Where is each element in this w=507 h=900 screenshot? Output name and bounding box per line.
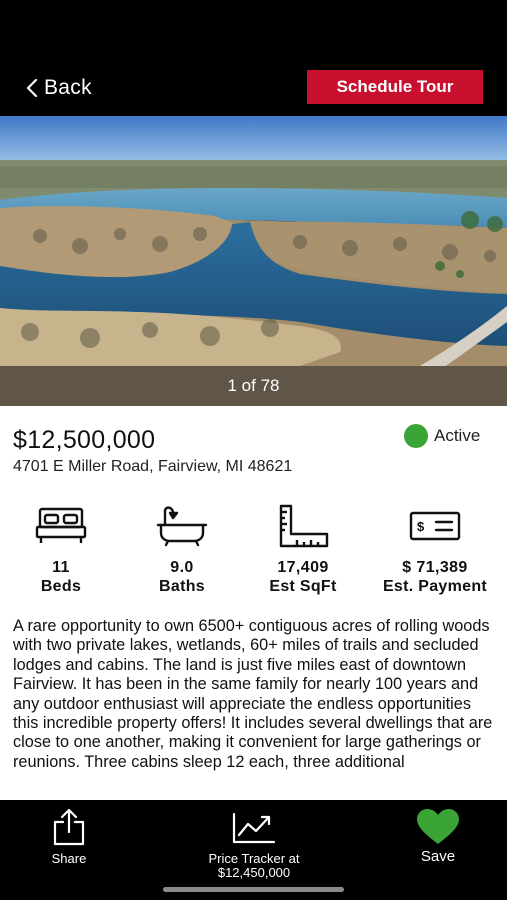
listing-price: $12,500,000: [13, 426, 156, 454]
bathtub-icon: [156, 506, 208, 547]
listing-address: 4701 E Miller Road, Fairview, MI 48621: [13, 458, 293, 475]
chevron-left-icon: [26, 78, 38, 98]
price-tracker-label: Price Tracker at $12,450,000: [208, 852, 299, 880]
save-label: Save: [420, 848, 456, 865]
price-tracker-button[interactable]: Price Tracker at $12,450,000: [190, 808, 318, 880]
price-tracker-label-line1: Price Tracker at: [208, 851, 300, 866]
payment-label: Est. Payment: [382, 578, 488, 595]
status-text: Active: [434, 426, 481, 445]
beds-value: 11: [52, 559, 70, 576]
listing-photo-gallery[interactable]: 1 of 78: [0, 116, 507, 406]
top-bar: Back Schedule Tour: [0, 0, 507, 116]
price-tracker-amount: $12,450,000: [217, 865, 291, 880]
beds-label: Beds: [40, 578, 82, 595]
check-payment-icon: $: [409, 511, 461, 541]
payment-value: $ 71,389: [402, 559, 468, 576]
share-icon: [53, 808, 85, 846]
stat-baths: 9.0 Baths: [117, 504, 247, 596]
bed-icon: [35, 507, 87, 543]
listing-photo: [0, 116, 507, 406]
stat-sqft: 17,409 Est SqFt: [238, 504, 368, 596]
heart-icon: [417, 809, 459, 844]
status-dot: [404, 424, 428, 448]
share-label: Share: [51, 851, 87, 866]
sqft-value: 17,409: [277, 559, 329, 576]
listing-details: $12,500,000 Active 4701 E Miller Road, F…: [0, 406, 507, 800]
share-button[interactable]: Share: [38, 808, 100, 866]
baths-label: Baths: [159, 578, 205, 595]
ruler-icon: [279, 504, 329, 548]
baths-value: 9.0: [170, 559, 194, 576]
stat-beds: 11 Beds: [0, 504, 126, 596]
price-chart-icon: [232, 812, 276, 844]
back-button[interactable]: Back: [24, 74, 92, 102]
svg-text:$: $: [417, 519, 425, 534]
photo-counter: 1 of 78: [0, 366, 507, 406]
schedule-tour-button[interactable]: Schedule Tour: [307, 70, 483, 104]
home-indicator[interactable]: [163, 887, 344, 892]
sqft-label: Est SqFt: [269, 578, 337, 595]
listing-description: A rare opportunity to own 6500+ contiguo…: [13, 617, 493, 771]
status-badge: Active: [404, 424, 480, 448]
stat-payment: $ $ 71,389 Est. Payment: [370, 504, 500, 596]
bottom-action-bar: Share Price Tracker at $12,450,000 Save: [0, 800, 507, 900]
save-button[interactable]: Save: [410, 808, 466, 864]
back-label: Back: [44, 76, 92, 99]
